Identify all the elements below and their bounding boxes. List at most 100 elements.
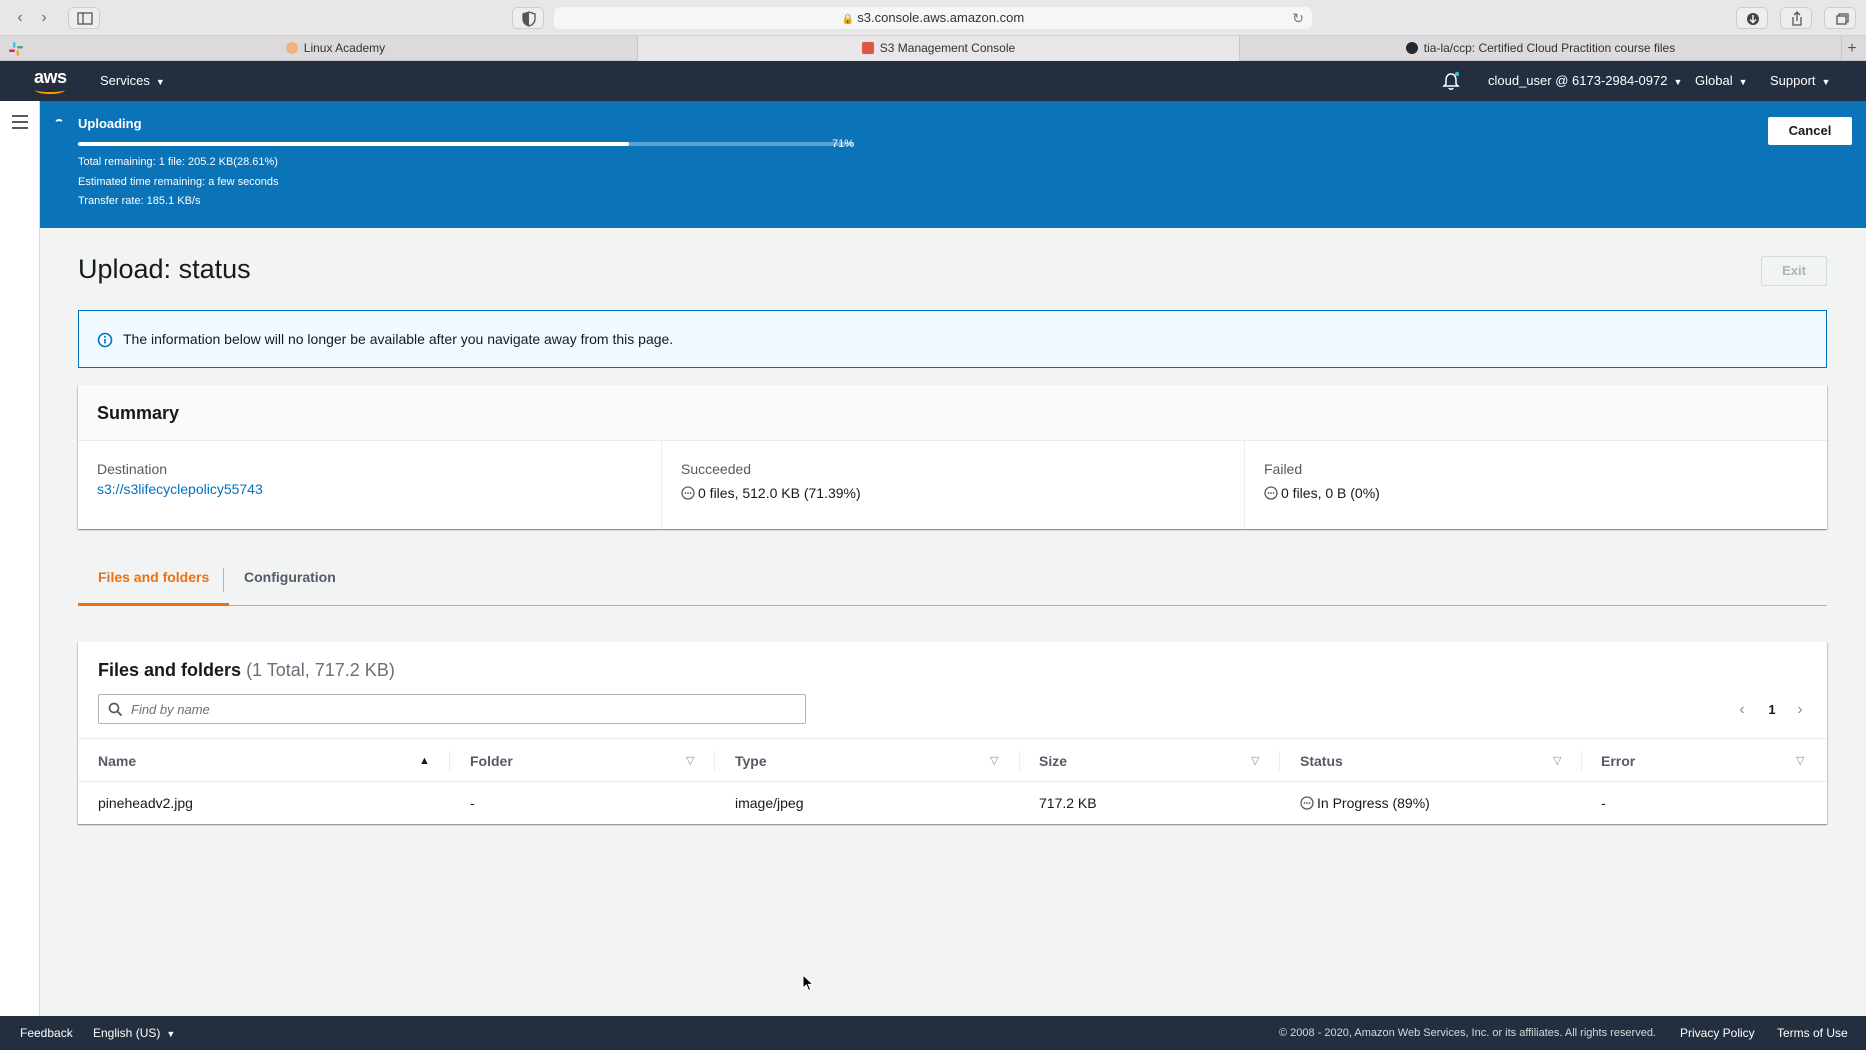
slack-icon[interactable] (8, 41, 24, 57)
caret-down-icon: ▼ (155, 77, 165, 87)
services-label: Services (100, 73, 150, 88)
browser-tab-github[interactable]: tia-la/ccp: Certified Cloud Practition c… (1240, 36, 1842, 61)
support-label: Support (1770, 73, 1816, 88)
summary-header: Summary (78, 385, 1827, 441)
pending-icon (681, 486, 695, 500)
hamburger-menu-icon[interactable] (12, 115, 28, 133)
downloads-icon[interactable] (1736, 7, 1768, 29)
forward-icon[interactable]: › (32, 8, 56, 28)
failed-label: Failed (1264, 461, 1303, 477)
transfer-rate-text: Transfer rate: 185.1 KB/s (78, 195, 201, 207)
upload-banner-title: Uploading (78, 116, 142, 131)
summary-destination: Destination s3://s3lifecyclepolicy55743 (78, 441, 661, 529)
left-navigation-rail (0, 101, 40, 1016)
tab-configuration[interactable]: Configuration (224, 560, 356, 606)
info-icon (97, 332, 113, 348)
address-bar[interactable]: 🔒 s3.console.aws.amazon.com ↻ (554, 7, 1312, 29)
cancel-upload-button[interactable]: Cancel (1768, 117, 1852, 145)
aws-logo[interactable]: aws (34, 67, 67, 88)
succeeded-label: Succeeded (681, 461, 752, 477)
s3-favicon-icon (861, 42, 874, 54)
caret-down-icon: ▼ (1821, 77, 1831, 87)
sort-toggle-icon[interactable]: ▽ (1796, 739, 1804, 783)
destination-link[interactable]: s3://s3lifecyclepolicy55743 (97, 481, 263, 497)
upload-progress-banner: Uploading 71% Total remaining: 1 file: 2… (40, 101, 1866, 228)
support-menu[interactable]: Support ▼ (1770, 61, 1830, 101)
browser-tab-linux-academy[interactable]: Linux Academy (34, 36, 638, 61)
loading-spinner-icon (54, 119, 64, 129)
mouse-cursor-icon (802, 974, 814, 992)
info-alert: The information below will no longer be … (78, 310, 1827, 368)
column-divider (1581, 751, 1582, 771)
browser-tabs: Linux Academy S3 Management Console tia-… (0, 36, 1866, 61)
column-divider (449, 751, 450, 771)
status-text: In Progress (89%) (1317, 795, 1430, 811)
column-divider (714, 751, 715, 771)
new-tab-icon[interactable]: + (1842, 36, 1862, 61)
account-menu[interactable]: cloud_user @ 6173-2984-0972 ▼ (1488, 61, 1682, 101)
column-header-name[interactable]: Name (98, 739, 136, 783)
sidebar-toggle-icon[interactable] (68, 7, 100, 29)
console-footer: Feedback English (US) ▼ © 2008 - 2020, Am… (0, 1016, 1866, 1050)
cell-status: In Progress (89%) (1300, 782, 1430, 824)
table-header: Name ▲ Folder ▽ Type ▽ Size ▽ Status ▽ E… (78, 738, 1827, 782)
caret-down-icon: ▼ (166, 1029, 176, 1039)
succeeded-value: 0 files, 512.0 KB (71.39%) (698, 485, 861, 501)
summary-succeeded: Succeeded 0 files, 512.0 KB (71.39%) (661, 441, 1244, 529)
privacy-shield-icon[interactable] (512, 7, 544, 29)
region-menu[interactable]: Global ▼ (1695, 61, 1748, 101)
column-header-type[interactable]: Type (735, 739, 767, 783)
in-progress-icon (1300, 796, 1314, 810)
notification-bell-icon[interactable] (1442, 71, 1460, 91)
column-header-error[interactable]: Error (1601, 739, 1635, 783)
exit-button[interactable]: Exit (1761, 256, 1827, 286)
sort-ascending-icon[interactable]: ▲ (419, 739, 430, 783)
estimated-time-text: Estimated time remaining: a few seconds (78, 176, 279, 188)
page-number[interactable]: 1 (1762, 696, 1782, 724)
sort-toggle-icon[interactable]: ▽ (1251, 739, 1259, 783)
column-header-folder[interactable]: Folder (470, 739, 513, 783)
privacy-policy-link[interactable]: Privacy Policy (1680, 1016, 1755, 1050)
failed-value: 0 files, 0 B (0%) (1281, 485, 1380, 501)
destination-label: Destination (97, 461, 168, 477)
browser-toolbar: ‹ › 🔒 s3.console.aws.amazon.com ↻ (0, 0, 1866, 36)
aws-console-header: aws Services ▼ cloud_user @ 6173-2984-097… (0, 61, 1866, 101)
feedback-link[interactable]: Feedback (20, 1016, 73, 1050)
cell-folder: - (470, 795, 475, 811)
column-header-size[interactable]: Size (1039, 739, 1067, 783)
previous-page-icon[interactable]: ‹ (1731, 696, 1753, 724)
share-icon[interactable] (1780, 7, 1812, 29)
tabs-overview-icon[interactable] (1824, 7, 1856, 29)
browser-tab-s3-console[interactable]: S3 Management Console (638, 36, 1240, 61)
caret-down-icon: ▼ (1673, 77, 1683, 87)
cell-name: pineheadv2.jpg (98, 795, 193, 811)
sort-toggle-icon[interactable]: ▽ (686, 739, 694, 783)
search-box (98, 694, 806, 724)
pending-icon (1264, 486, 1278, 500)
back-icon[interactable]: ‹ (8, 8, 32, 28)
summary-panel: Summary Destination s3://s3lifecyclepoli… (78, 385, 1827, 529)
tab-files-and-folders[interactable]: Files and folders (78, 560, 230, 606)
sort-toggle-icon[interactable]: ▽ (1553, 739, 1561, 783)
terms-of-use-link[interactable]: Terms of Use (1777, 1016, 1848, 1050)
files-count: (1 Total, 717.2 KB) (246, 660, 395, 680)
aws-logo-smile (35, 86, 65, 94)
browser-tab-label: S3 Management Console (879, 41, 1016, 55)
reload-icon[interactable]: ↻ (1292, 7, 1304, 29)
address-text: s3.console.aws.amazon.com (857, 10, 1025, 25)
services-menu[interactable]: Services ▼ (100, 61, 165, 101)
column-header-status[interactable]: Status (1300, 739, 1343, 783)
cell-type: image/jpeg (735, 795, 804, 811)
files-title-text: Files and folders (98, 660, 242, 680)
browser-tab-label: tia-la/ccp: Certified Cloud Practition c… (1423, 41, 1676, 55)
linux-academy-favicon-icon (285, 42, 298, 54)
cell-error: - (1601, 795, 1606, 811)
files-panel-title: Files and folders (1 Total, 717.2 KB) (98, 660, 395, 681)
search-input[interactable] (131, 695, 791, 723)
table-row[interactable]: pineheadv2.jpg - image/jpeg 717.2 KB In … (78, 782, 1827, 824)
sort-toggle-icon[interactable]: ▽ (990, 739, 998, 783)
next-page-icon[interactable]: › (1789, 696, 1811, 724)
column-divider (1019, 751, 1020, 771)
language-selector[interactable]: English (US) ▼ (93, 1016, 175, 1050)
total-remaining-text: Total remaining: 1 file: 205.2 KB(28.61%… (78, 156, 278, 168)
